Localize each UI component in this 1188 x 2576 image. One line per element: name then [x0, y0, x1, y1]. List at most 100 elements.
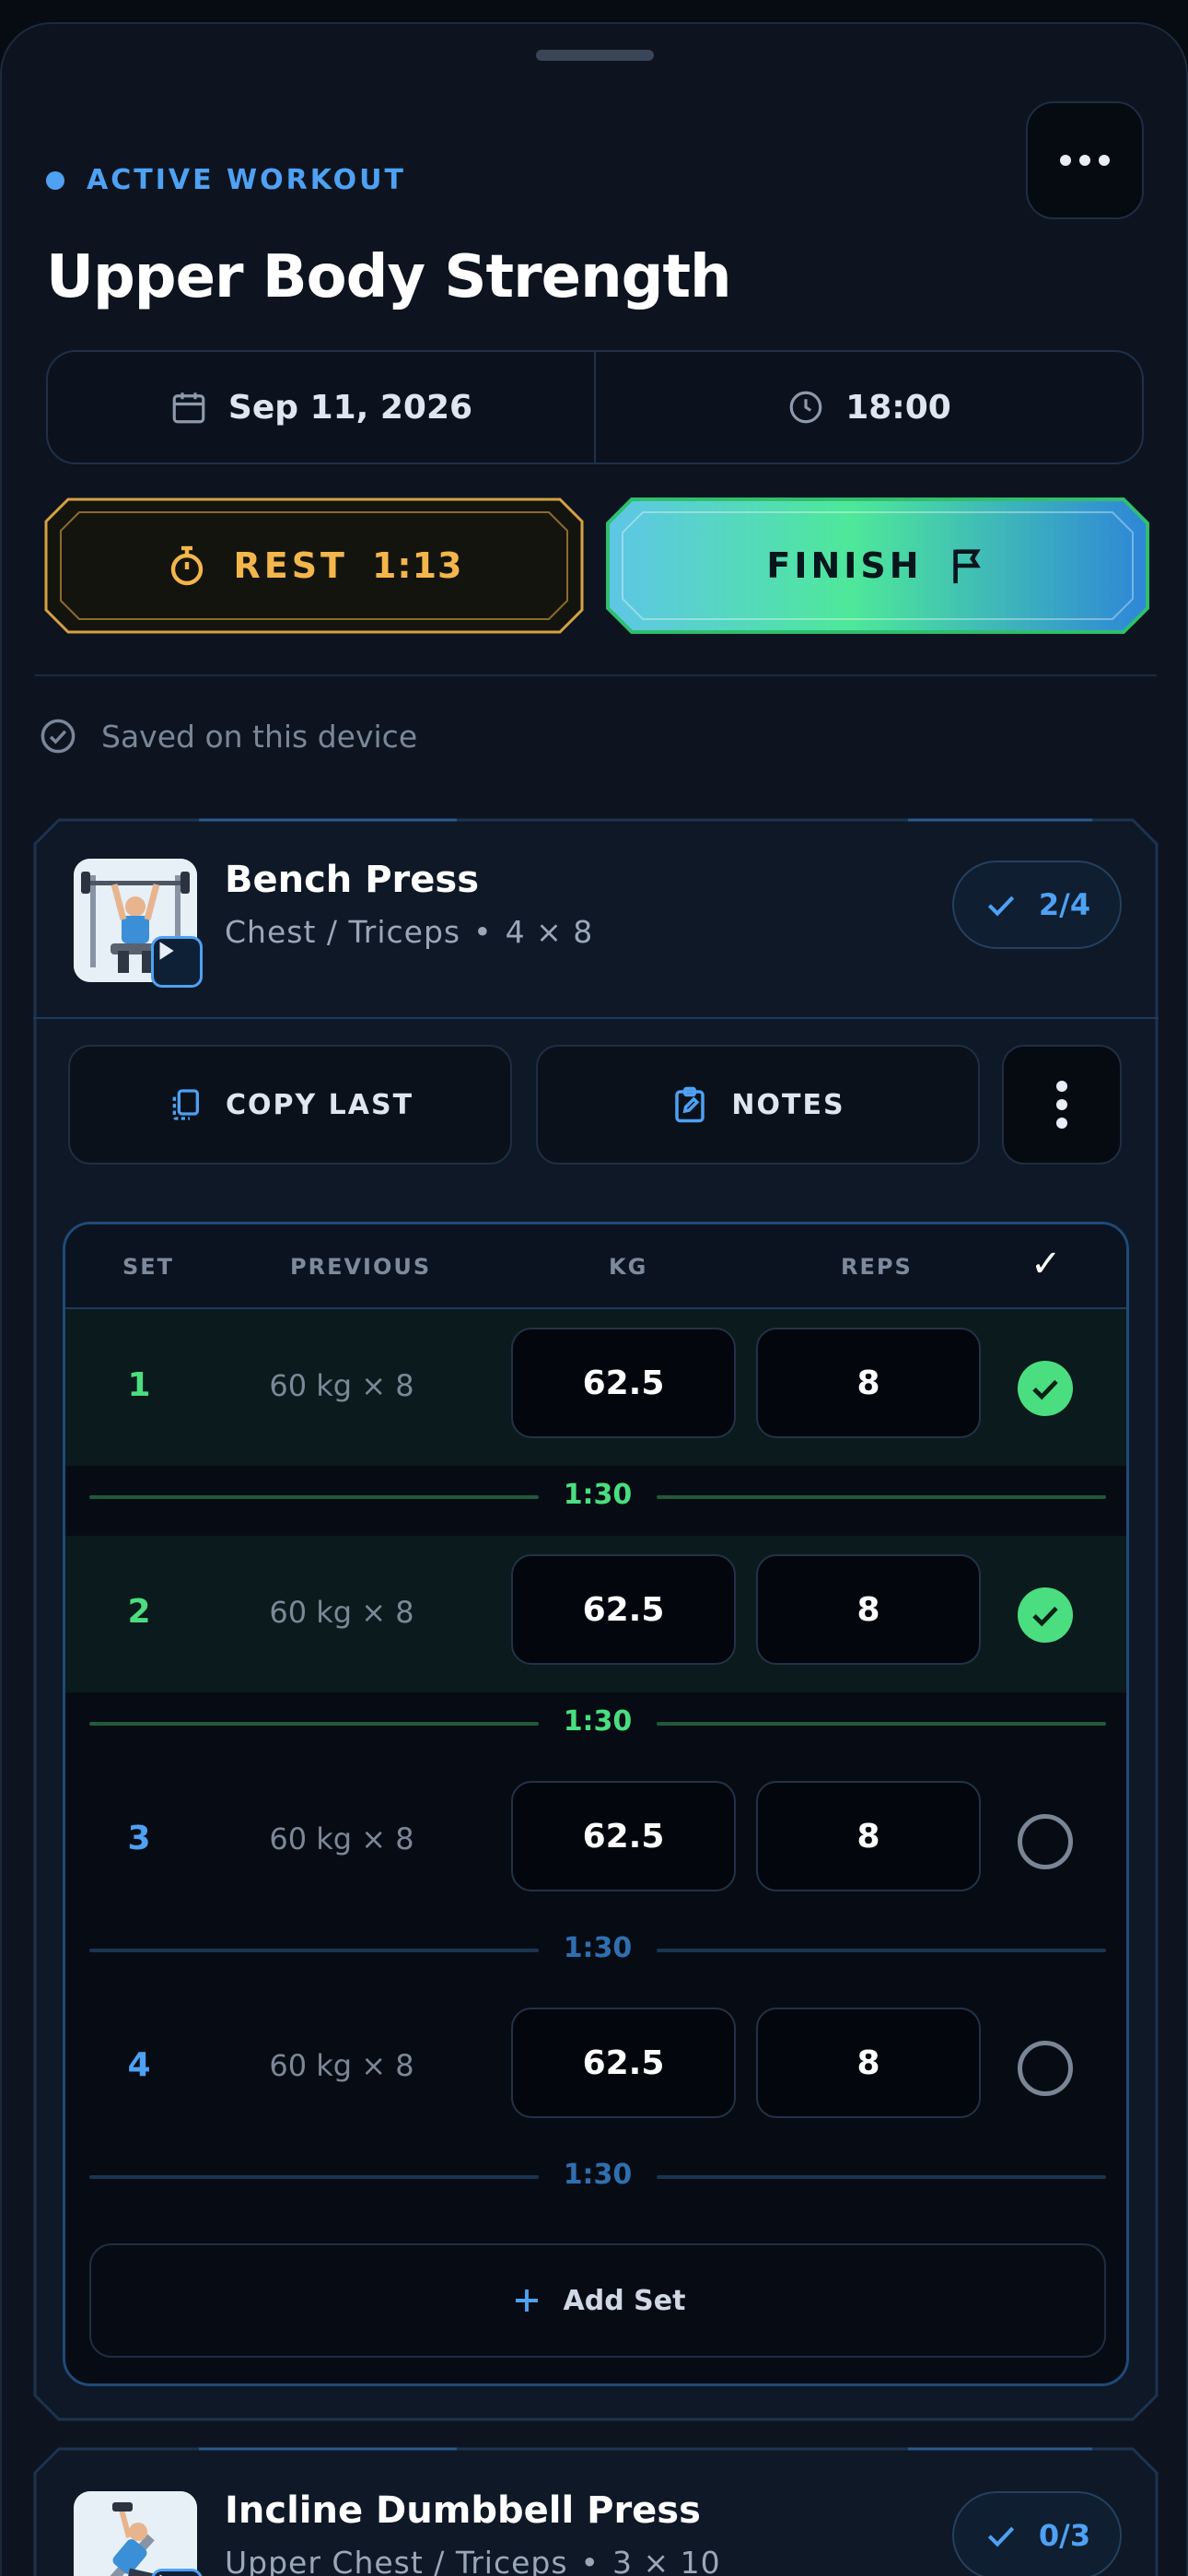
add-set-button[interactable]: Add Set [89, 2243, 1106, 2358]
kebab-icon-dot [1056, 1099, 1067, 1110]
set-number: 2 [127, 1593, 151, 1631]
set-progress-value: 0/3 [1038, 2518, 1091, 2553]
clipboard-edit-icon [675, 1086, 705, 1123]
play-icon [159, 2574, 163, 2576]
set-progress-badge: 0/3 [952, 2491, 1122, 2576]
reps-input[interactable]: 8 [756, 1781, 981, 1891]
set-number: 1 [127, 1366, 151, 1404]
status-label: ACTIVE WORKOUT [87, 164, 406, 196]
set-row: 3 60 kg × 8 62.5 8 [65, 1762, 1126, 1919]
save-status-text: Saved on this device [101, 718, 418, 755]
rest-interval[interactable]: 1:30 [89, 1705, 1106, 1738]
weight-input[interactable]: 62.5 [511, 2008, 736, 2118]
incline-press-illustration [74, 2491, 197, 2576]
sets-table-header: SET PREVIOUS KG REPS ✓ [65, 1224, 1126, 1309]
previous-value: 60 kg × 8 [269, 1595, 414, 1630]
save-status: Saved on this device [39, 717, 417, 755]
workout-status: ACTIVE WORKOUT [46, 164, 406, 196]
calendar-icon [172, 392, 205, 424]
more-icon-dot [1099, 155, 1110, 166]
finish-button-content: FINISH [606, 498, 1149, 634]
flag-icon [952, 549, 981, 584]
finish-button[interactable]: FINISH [606, 498, 1149, 634]
rest-interval[interactable]: 1:30 [89, 1932, 1106, 1964]
previous-value: 60 kg × 8 [269, 1821, 414, 1856]
play-video-button[interactable] [151, 936, 203, 988]
more-icon [1060, 155, 1071, 166]
notes-label: NOTES [731, 1088, 845, 1121]
previous-value: 60 kg × 8 [269, 1368, 414, 1403]
exercise-menu-button[interactable] [1002, 1045, 1122, 1165]
rest-time: 1:13 [371, 545, 463, 586]
play-icon [159, 942, 174, 960]
rest-duration: 1:30 [563, 2159, 633, 2191]
sheet-grabber[interactable] [536, 50, 654, 61]
status-dot [46, 170, 64, 190]
kebab-icon [1056, 1081, 1067, 1092]
exercise-meta: Upper Chest / Triceps • 3 × 10 [225, 2545, 721, 2576]
date-time-bar: Sep 11, 2026 18:00 [46, 350, 1144, 464]
copy-last-label: COPY LAST [225, 1088, 414, 1121]
time-value: 18:00 [845, 388, 951, 427]
header-previous: PREVIOUS [290, 1254, 432, 1280]
exercise-card: Bench Press Chest / Triceps • 4 × 8 2/4 CO… [33, 818, 1159, 2421]
finish-label: FINISH [766, 545, 923, 586]
play-video-button[interactable] [151, 2569, 203, 2576]
meta-separator: • [473, 914, 493, 950]
exercise-muscles: Upper Chest / Triceps [225, 2545, 568, 2576]
add-set-label: Add Set [563, 2284, 686, 2317]
time-field[interactable]: 18:00 [594, 352, 1142, 463]
weight-input[interactable]: 62.5 [511, 1781, 736, 1891]
exercise-thumbnail[interactable] [74, 859, 203, 988]
exercise-scheme: 3 × 10 [612, 2545, 721, 2576]
rest-interval[interactable]: 1:30 [89, 1479, 1106, 1511]
workout-sheet: ACTIVE WORKOUT Upper Body Strength Sep 1… [0, 22, 1188, 2576]
plus-icon [515, 2289, 538, 2312]
meta-separator: • [580, 2545, 600, 2576]
reps-input[interactable]: 8 [756, 1554, 981, 1665]
notes-button[interactable]: NOTES [536, 1045, 980, 1165]
more-options-button[interactable] [1026, 101, 1144, 219]
exercise-card: Incline Dumbbell Press Upper Chest / Tri… [33, 2447, 1159, 2576]
set-row: 2 60 kg × 8 62.5 8 [65, 1536, 1126, 1692]
card-separator [33, 1017, 1159, 1019]
set-progress-value: 2/4 [1038, 887, 1091, 922]
set-row: 1 60 kg × 8 62.5 8 [65, 1309, 1126, 1466]
set-complete-toggle[interactable] [1018, 1587, 1073, 1643]
reps-input[interactable]: 8 [756, 1328, 981, 1438]
exercise-thumbnail[interactable] [74, 2491, 203, 2576]
exercise-name[interactable]: Incline Dumbbell Press [225, 2489, 701, 2532]
header-set: SET [122, 1254, 175, 1280]
reps-input[interactable]: 8 [756, 2008, 981, 2118]
exercise-name[interactable]: Bench Press [225, 859, 479, 901]
set-progress-badge: 2/4 [952, 861, 1122, 949]
rest-duration: 1:30 [563, 1479, 633, 1511]
clock-icon [789, 391, 822, 424]
header-done: ✓ [1031, 1243, 1064, 1285]
set-number: 3 [127, 1820, 151, 1857]
exercise-muscles: Chest / Triceps [225, 914, 461, 950]
set-complete-toggle[interactable] [1018, 2041, 1073, 2096]
rest-interval[interactable]: 1:30 [89, 2159, 1106, 2191]
exercise-scheme: 4 × 8 [505, 914, 594, 950]
weight-input[interactable]: 62.5 [511, 1328, 736, 1438]
header-reps: REPS [841, 1254, 913, 1280]
check-icon [1032, 1606, 1058, 1627]
sets-table: SET PREVIOUS KG REPS ✓ 1 60 kg × 8 62.5 … [63, 1222, 1129, 2386]
set-complete-toggle[interactable] [1018, 1814, 1073, 1869]
set-row: 4 60 kg × 8 62.5 8 [65, 1989, 1126, 2146]
header-kg: KG [609, 1254, 648, 1280]
workout-title: Upper Body Strength [46, 243, 732, 311]
more-icon-dot [1079, 155, 1090, 166]
rest-timer-button[interactable]: REST 1:13 [44, 498, 584, 634]
weight-input[interactable]: 62.5 [511, 1554, 736, 1665]
set-number: 4 [127, 2046, 151, 2084]
check-icon [987, 2526, 1015, 2547]
kebab-icon-dot [1056, 1118, 1067, 1129]
check-icon [1032, 1379, 1058, 1400]
exercise-meta: Chest / Triceps • 4 × 8 [225, 914, 593, 950]
date-field[interactable]: Sep 11, 2026 [48, 352, 594, 463]
set-complete-toggle[interactable] [1018, 1361, 1073, 1416]
stopwatch-icon [171, 545, 204, 586]
copy-last-button[interactable]: COPY LAST [68, 1045, 512, 1165]
